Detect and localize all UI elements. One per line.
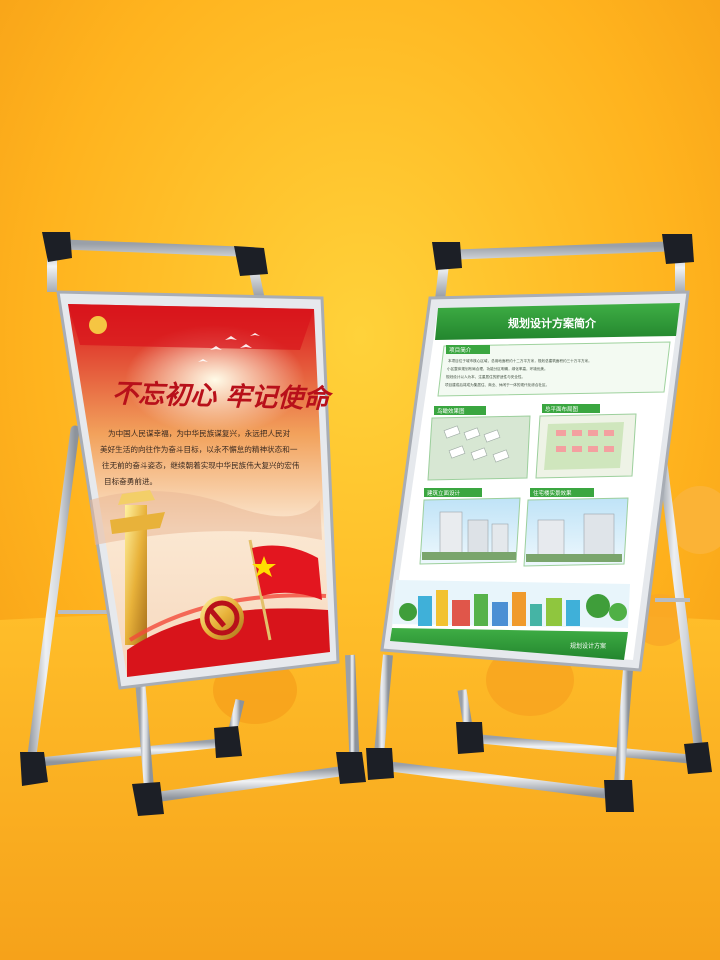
intro-label: 项目简介 (449, 346, 472, 354)
body-line: 美好生活的向往作为奋斗目标，以永不懈怠的精神状态和一 (100, 444, 298, 454)
intro-line: 小区整体规划布局合理，功能分区明确，绿化率高，环境优美。 (447, 366, 548, 371)
body-line: 目标奋勇前进。 (104, 476, 157, 486)
corner-cap (432, 242, 462, 270)
intro-line: 本项目位于城市核心区域，总用地面积约十二万平方米，规划总建筑面积约三十万平方米。 (448, 358, 592, 363)
right-poster-footer: 规划设计方案 (570, 642, 606, 650)
panel-label: 总平面布局图 (545, 405, 579, 413)
product-photo-scene: 不忘初心 牢记使命 为中国人民谋幸福，为中华民族谋复兴，永远把人民对 美好生活的… (0, 0, 720, 960)
image-panel: 住宅楼实景效果 (523, 488, 629, 567)
party-emblem-icon (89, 316, 107, 334)
corner-cap (684, 742, 712, 774)
corner-cap (456, 722, 484, 754)
hammer-sickle-emblem-icon (200, 596, 244, 640)
corner-cap (336, 752, 366, 784)
corner-cap (20, 752, 48, 786)
left-poster-title: 不忘初心 牢记使命 (112, 379, 334, 415)
city-skyline-illustration (392, 580, 630, 628)
body-line: 为中国人民谋幸福，为中华民族谋复兴，永远把人民对 (108, 428, 291, 438)
corner-cap (366, 748, 394, 780)
image-panel: 建筑立面设计 (419, 488, 521, 565)
right-poster: 规划设计方案简介 项目简介 本项目位于城市核心区域，总用地面积约十二万平方米，规… (390, 303, 680, 660)
corner-cap (234, 246, 268, 276)
panel-label: 住宅楼实景效果 (533, 489, 572, 497)
body-line: 往无前的奋斗姿态，继续朝着实现中华民族伟大复兴的宏伟 (102, 460, 300, 470)
panel-label: 建筑立面设计 (427, 489, 461, 497)
intro-line: 规划设计以人为本，注重居住的舒适性与安全性。 (446, 374, 525, 379)
panel-label: 鸟瞰效果图 (437, 407, 465, 415)
corner-cap (604, 780, 634, 812)
corner-cap (662, 234, 694, 264)
intro-line: 项目建成后将成为集居住、商业、休闲于一体的现代化综合社区。 (445, 382, 549, 387)
right-poster-title: 规划设计方案简介 (508, 316, 597, 330)
corner-cap (214, 726, 242, 758)
